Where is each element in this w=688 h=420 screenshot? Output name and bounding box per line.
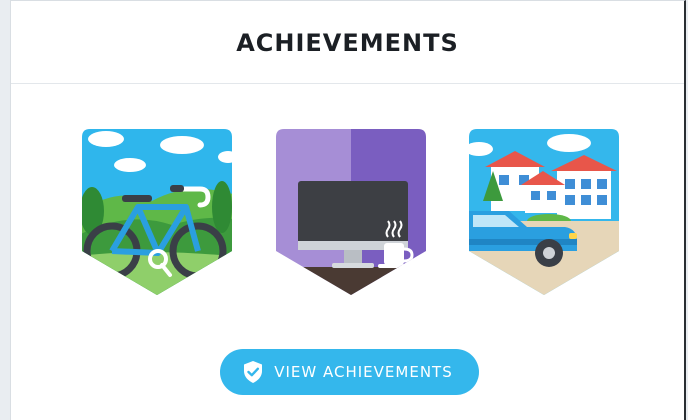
view-achievements-button[interactable]: VIEW ACHIEVEMENTS <box>220 349 479 395</box>
cta-wrap: VIEW ACHIEVEMENTS <box>11 349 684 395</box>
badges-row <box>11 129 684 299</box>
shield-check-icon <box>242 360 264 384</box>
page: ACHIEVEMENTS VIEW ACHIEVEMENTS <box>0 0 688 420</box>
bicycle-badge-icon[interactable] <box>82 129 232 295</box>
remote-work-desktop-badge-icon[interactable] <box>276 129 426 295</box>
car-commute-badge-icon[interactable] <box>469 129 619 295</box>
view-achievements-label: VIEW ACHIEVEMENTS <box>274 363 453 381</box>
achievements-card: ACHIEVEMENTS VIEW ACHIEVEMENTS <box>10 0 686 420</box>
card-header: ACHIEVEMENTS <box>11 1 684 84</box>
card-title: ACHIEVEMENTS <box>236 29 459 57</box>
